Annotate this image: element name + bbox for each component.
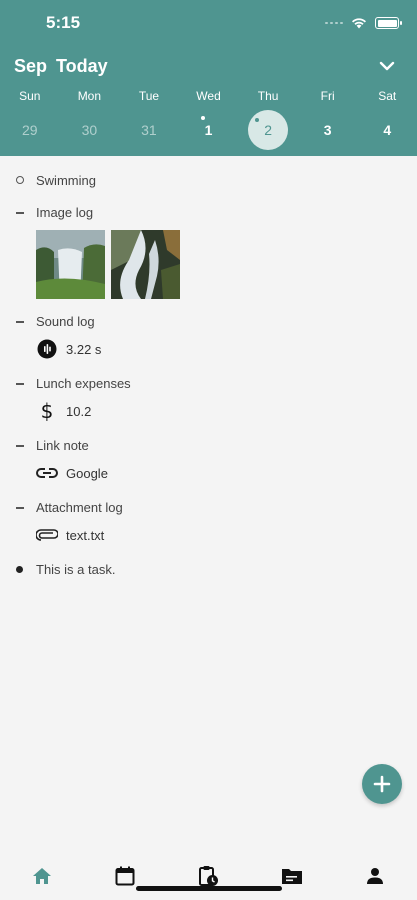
day-name: Sat: [378, 89, 397, 103]
day-number: 29: [21, 122, 38, 138]
day-number-cell: 3: [308, 110, 348, 150]
dollar-icon: $: [40, 399, 54, 423]
cascade-image[interactable]: [111, 230, 180, 299]
battery-icon: [375, 17, 402, 29]
header-month: Sep: [14, 55, 48, 76]
link-text[interactable]: Google: [66, 466, 108, 481]
tab-home[interactable]: [22, 864, 62, 888]
day-name: Mon: [77, 89, 102, 103]
circle-bullet-icon: [16, 176, 36, 184]
dash-bullet-icon: [16, 505, 36, 509]
day-name: Tue: [138, 89, 160, 103]
entry-title: Attachment log: [36, 499, 123, 515]
day-number-cell: 31: [129, 110, 169, 150]
waterfall-image[interactable]: [36, 230, 105, 299]
entry-title: Image log: [36, 204, 94, 220]
dash-bullet-icon: [16, 381, 36, 385]
sound-duration: 3.22 s: [66, 341, 102, 357]
expense-amount: 10.2: [66, 403, 92, 419]
status-time: 5:15: [46, 13, 81, 32]
day-name: Fri: [320, 89, 335, 103]
entry-title: Lunch expenses: [36, 375, 131, 391]
event-dot-icon: [200, 116, 205, 120]
calendar-icon: [115, 866, 135, 886]
day-number-cell: 4: [367, 110, 407, 150]
status-bar: 5:15: [0, 0, 417, 46]
day-name: Thu: [257, 89, 279, 103]
event-dot-icon: [255, 118, 260, 122]
clipboard-clock-icon: [199, 866, 219, 886]
entry-sound-log[interactable]: Sound log 3.22 s: [16, 311, 417, 361]
tab-folder[interactable]: [272, 864, 312, 888]
paperclip-icon: [36, 524, 58, 546]
entry-title: Swimming: [36, 172, 96, 188]
day-number-cell: 29: [10, 110, 50, 150]
task-bullet-icon: [16, 565, 36, 573]
entry-title: Link note: [36, 437, 89, 453]
entry-list: Swimming Image log Sound log 3.22 s Lunc…: [0, 156, 417, 579]
person-icon: [367, 868, 384, 884]
attachment-filename[interactable]: text.txt: [66, 528, 104, 543]
entry-lunch-expenses[interactable]: Lunch expenses $ 10.2: [16, 373, 417, 423]
status-icons: [325, 17, 402, 29]
day-number: 31: [141, 122, 157, 138]
calendar-header: Sep Today: [0, 46, 417, 86]
day-number-cell: 2: [248, 110, 289, 150]
day-sun[interactable]: Sun 29: [0, 86, 60, 150]
entry-image-log[interactable]: Image log: [16, 202, 417, 299]
tab-bar: [0, 856, 417, 900]
tab-profile[interactable]: [355, 864, 395, 888]
header-today: Today: [56, 55, 108, 76]
add-entry-button[interactable]: [362, 764, 402, 804]
chevron-down-icon[interactable]: [377, 56, 397, 76]
header-title[interactable]: Sep Today: [14, 56, 108, 77]
day-number: 30: [81, 122, 98, 138]
link-icon: [36, 462, 58, 484]
entry-title: Sound log: [36, 313, 95, 329]
day-thu[interactable]: Thu 2: [238, 86, 298, 150]
top-panel: 5:15 Sep Today Sun 29 Mon 30 Tue 31 Wed …: [0, 0, 417, 156]
tab-log[interactable]: [188, 864, 228, 888]
dash-bullet-icon: [16, 443, 36, 447]
tab-calendar[interactable]: [105, 864, 145, 888]
plus-icon: [373, 775, 391, 793]
folder-icon: [281, 869, 302, 884]
day-number-cell: 30: [69, 110, 109, 150]
entry-link-note[interactable]: Link note Google: [16, 435, 417, 485]
audio-icon[interactable]: [36, 338, 58, 360]
day-name: Sun: [19, 89, 41, 103]
entry-task[interactable]: This is a task.: [16, 559, 417, 579]
home-icon: [32, 868, 51, 884]
entry-swimming[interactable]: Swimming: [16, 170, 417, 190]
day-mon[interactable]: Mon 30: [60, 86, 120, 150]
day-wed[interactable]: Wed 1: [179, 86, 239, 150]
day-name: Wed: [196, 89, 221, 103]
home-indicator[interactable]: [136, 886, 282, 891]
day-number: 4: [383, 122, 392, 138]
day-tue[interactable]: Tue 31: [119, 86, 179, 150]
day-fri[interactable]: Fri 3: [298, 86, 358, 150]
dash-bullet-icon: [16, 319, 36, 323]
day-number: 3: [323, 122, 332, 138]
day-number: 2: [264, 122, 272, 138]
day-number: 1: [204, 122, 213, 138]
cellular-signal-icon: [325, 22, 343, 24]
wifi-icon: [352, 18, 366, 29]
entry-attachment-log[interactable]: Attachment log text.txt: [16, 497, 417, 547]
dash-bullet-icon: [16, 210, 36, 214]
day-sat[interactable]: Sat 4: [357, 86, 417, 150]
day-number-cell: 1: [189, 110, 229, 150]
week-strip: Sun 29 Mon 30 Tue 31 Wed 1 Thu 2 Fri 3 Sat 4: [0, 86, 417, 156]
entry-title: This is a task.: [36, 561, 116, 577]
